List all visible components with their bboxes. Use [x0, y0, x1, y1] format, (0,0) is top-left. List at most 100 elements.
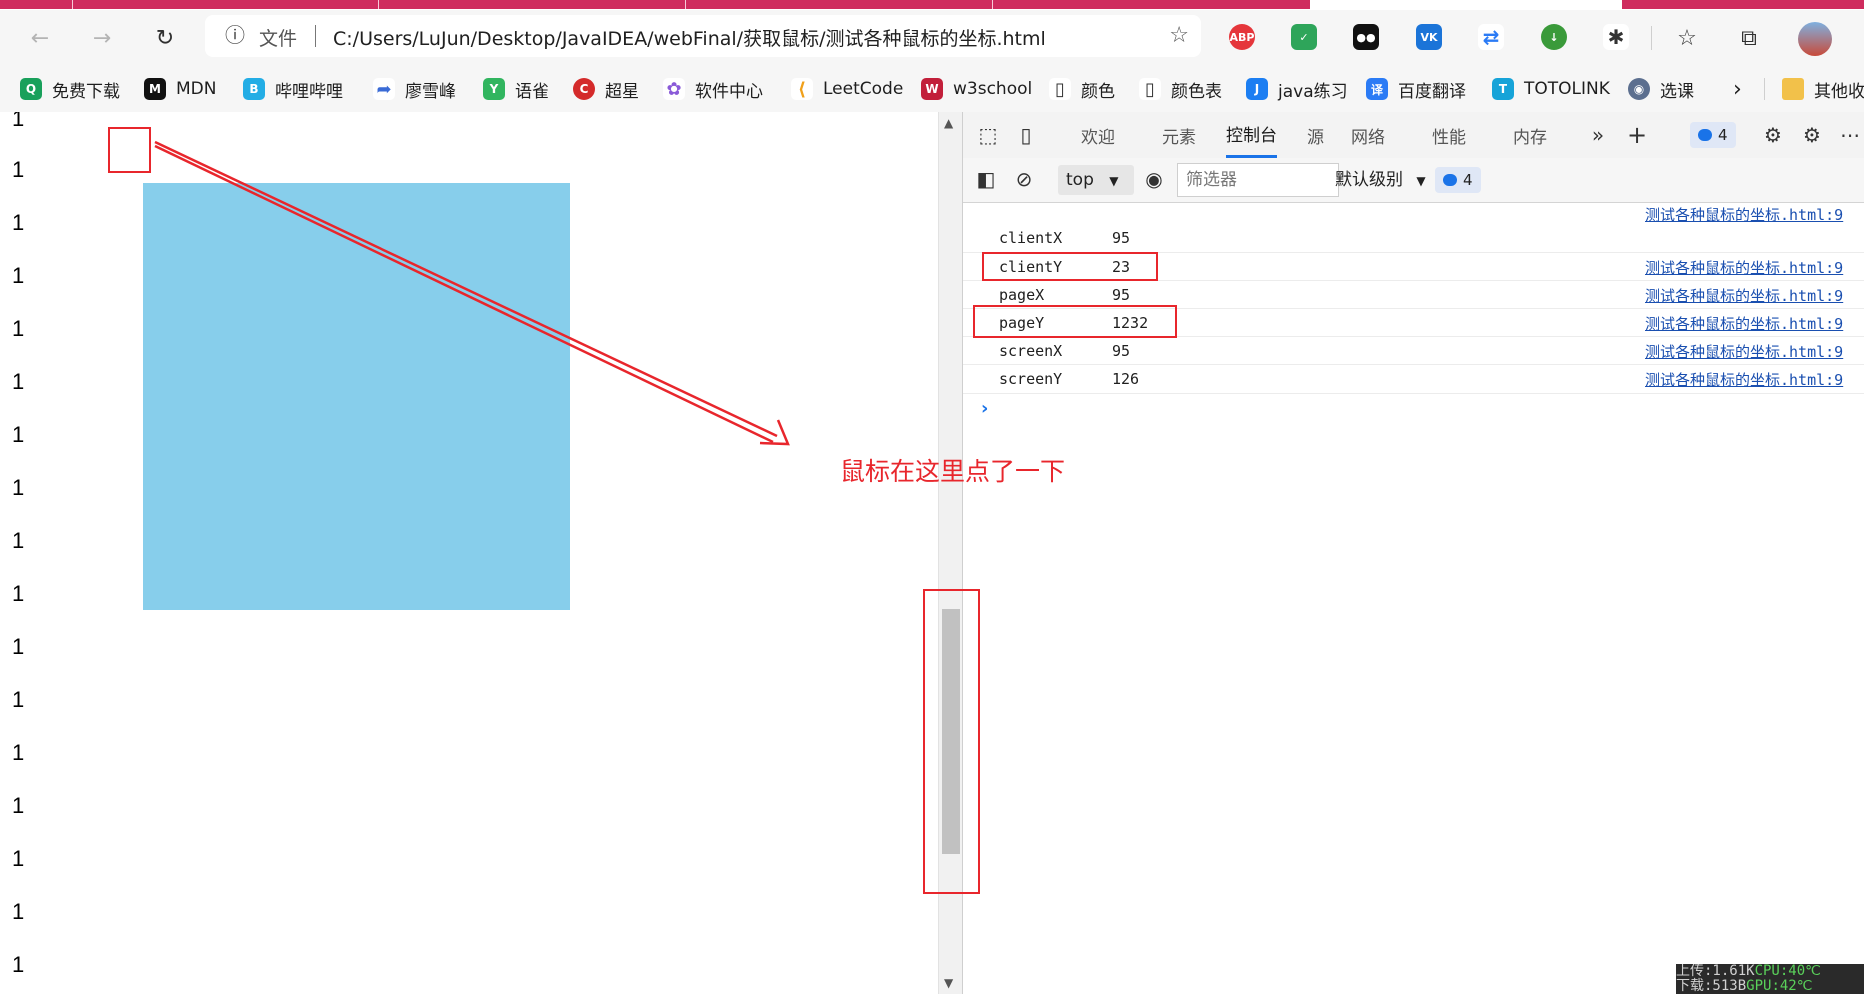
pagey-highlight [973, 305, 1177, 338]
back-icon[interactable]: ← [22, 20, 58, 56]
extensions-icon[interactable]: ✱ [1603, 24, 1629, 50]
file-scheme-label: 文件 [259, 28, 298, 50]
bookmark-item[interactable]: ⟨ LeetCode [791, 66, 903, 112]
console-toolbar: ◧ ⊘ top ▼ ◉ 默认级别 ▼ 4 [963, 158, 1864, 203]
dropdown-arrow-icon: ▼ [1109, 174, 1119, 188]
source-link[interactable]: 测试各种鼠标的坐标.html:9 [1645, 341, 1843, 362]
add-favorite-icon[interactable]: ☆ [1169, 23, 1189, 48]
tab-divider [378, 0, 379, 9]
tab-sources[interactable]: 源 [1307, 112, 1324, 158]
bookmark-label: 颜色表 [1171, 81, 1222, 102]
bookmark-item[interactable]: 译百度翻译 [1366, 66, 1466, 112]
issues-badge[interactable]: 4 [1690, 122, 1736, 148]
url-text[interactable]: C:/Users/LuJun/Desktop/JavaIDEA/webFinal… [333, 24, 1046, 51]
bookmark-item[interactable]: T TOTOLINK [1492, 66, 1610, 112]
inspect-element-icon[interactable]: ⬚ [975, 122, 1001, 148]
settings-gear-icon[interactable]: ⚙ [1760, 122, 1786, 148]
customize-icon[interactable]: ⚙ [1799, 122, 1825, 148]
totolink-icon: T [1492, 78, 1514, 100]
line-text: 1 [12, 793, 25, 818]
tab-elements[interactable]: 元素 [1162, 112, 1196, 158]
bookmark-label: TOTOLINK [1524, 79, 1610, 99]
bookmark-item[interactable]: C 超星 [573, 66, 639, 112]
clienty-highlight [982, 252, 1158, 281]
scroll-up-arrow-icon[interactable]: ▲ [944, 116, 953, 130]
gpu-temp: GPU:42℃ [1746, 978, 1813, 994]
more-options-icon[interactable]: ⋯ [1837, 122, 1863, 148]
context-select[interactable]: top ▼ [1058, 165, 1134, 195]
forward-icon[interactable]: → [84, 20, 120, 56]
line-text: 1 [12, 740, 25, 765]
source-link[interactable]: 测试各种鼠标的坐标.html:9 [1645, 285, 1843, 306]
tab-network[interactable]: 网络 [1351, 112, 1385, 158]
bookmark-item[interactable]: M MDN [144, 66, 216, 112]
line-text: 1 [12, 157, 25, 182]
bookmark-free-download-icon: Q [20, 78, 42, 100]
bookmark-item[interactable]: B 哔哩哔哩 [243, 66, 343, 112]
repeat-icon[interactable]: ⇄ [1478, 24, 1504, 50]
page-viewport[interactable]: 1 1 1 1 1 1 1 1 1 1 1 1 1 1 1 1 1 [0, 112, 938, 994]
bookmark-item[interactable]: Ww3school [921, 66, 1032, 112]
other-bookmarks[interactable]: 其他收 [1782, 66, 1864, 112]
log-key: pageX [999, 286, 1045, 304]
blue-box[interactable] [143, 183, 570, 610]
tab-divider [72, 0, 73, 9]
add-tab-icon[interactable]: + [1624, 121, 1650, 149]
bookmark-item[interactable]: Jjava练习 [1246, 66, 1348, 112]
collections-icon[interactable]: ⧉ [1731, 20, 1767, 56]
more-tabs-icon[interactable]: » [1585, 122, 1611, 148]
console-prompt-chevron-icon[interactable]: › [981, 398, 988, 419]
refresh-icon[interactable]: ↻ [147, 20, 183, 56]
bookmark-item[interactable]: ▯ 颜色 [1049, 66, 1115, 112]
devtools-tabbar: ⬚ ▯ 欢迎 元素 控制台 源 网络 性能 内存 » + 4 ⚙ ⚙ ⋯ [963, 112, 1864, 159]
other-bookmarks-label: 其他收 [1814, 81, 1864, 102]
bookmark-item[interactable]: ➦ 廖雪峰 [373, 66, 456, 112]
line-text: 1 [12, 475, 25, 500]
tab-console[interactable]: 控制台 [1226, 112, 1277, 158]
sidebar-toggle-icon[interactable]: ◧ [973, 166, 999, 192]
source-link[interactable]: 测试各种鼠标的坐标.html:9 [1645, 257, 1843, 278]
console-row: screenX 95 测试各种鼠标的坐标.html:9 [963, 336, 1864, 365]
tab-performance[interactable]: 性能 [1432, 112, 1466, 158]
log-level-select[interactable]: 默认级别 ▼ [1335, 165, 1426, 196]
device-emulation-icon[interactable]: ▯ [1013, 122, 1039, 148]
bookmark-label: 语雀 [515, 81, 549, 102]
tab-memory[interactable]: 内存 [1513, 112, 1547, 158]
bookmark-item[interactable]: ◉ 选课 [1628, 66, 1694, 112]
scroll-down-arrow-icon[interactable]: ▼ [944, 976, 953, 990]
bookmark-label: 免费下载 [52, 81, 120, 102]
vk-icon[interactable]: VK [1416, 24, 1442, 50]
bookmark-label: LeetCode [823, 79, 904, 99]
info-icon[interactable]: ⓘ [223, 23, 247, 47]
log-value: 95 [1112, 229, 1131, 247]
source-link[interactable]: 测试各种鼠标的坐标.html:9 [1645, 313, 1843, 334]
source-link[interactable]: 测试各种鼠标的坐标.html:9 [1645, 369, 1843, 390]
line-text: 1 [12, 369, 25, 394]
line-text: 1 [12, 422, 25, 447]
adblock-plus-icon[interactable]: ABP [1229, 24, 1255, 50]
bookmark-item[interactable]: Y 语雀 [483, 66, 549, 112]
favorites-icon[interactable]: ☆ [1669, 20, 1705, 56]
live-expression-eye-icon[interactable]: ◉ [1141, 166, 1167, 192]
clear-console-icon[interactable]: ⊘ [1011, 166, 1037, 192]
address-bar[interactable]: ⓘ 文件 C:/Users/LuJun/Desktop/JavaIDEA/web… [205, 15, 1201, 57]
bookmark-item[interactable]: Q 免费下载 [20, 66, 120, 112]
bookmark-label: 选课 [1660, 81, 1694, 102]
java-practice-icon: J [1246, 78, 1268, 100]
download-manager-icon[interactable]: ↓ [1541, 24, 1567, 50]
bookmark-label: 哔哩哔哩 [275, 81, 343, 102]
log-count-badge[interactable]: 4 [1435, 167, 1481, 193]
bookmark-item[interactable]: ✿ 软件中心 [663, 66, 763, 112]
tab-welcome[interactable]: 欢迎 [1081, 112, 1115, 158]
bookmark-label: w3school [953, 79, 1033, 99]
bookmarks-overflow-chevron-icon[interactable]: › [1733, 66, 1742, 112]
filter-input[interactable] [1177, 163, 1339, 197]
issues-count: 4 [1718, 126, 1728, 144]
annotation-text: 鼠标在这里点了一下 [840, 457, 1066, 486]
bookmark-item[interactable]: ▯ 颜色表 [1139, 66, 1222, 112]
source-link[interactable]: 测试各种鼠标的坐标.html:9 [1645, 204, 1843, 225]
console-row: clientX 95 [963, 224, 1864, 252]
tampermonkey-icon[interactable]: ●● [1353, 24, 1379, 50]
profile-avatar[interactable] [1798, 22, 1832, 56]
shield-icon[interactable]: ✓ [1291, 24, 1317, 50]
